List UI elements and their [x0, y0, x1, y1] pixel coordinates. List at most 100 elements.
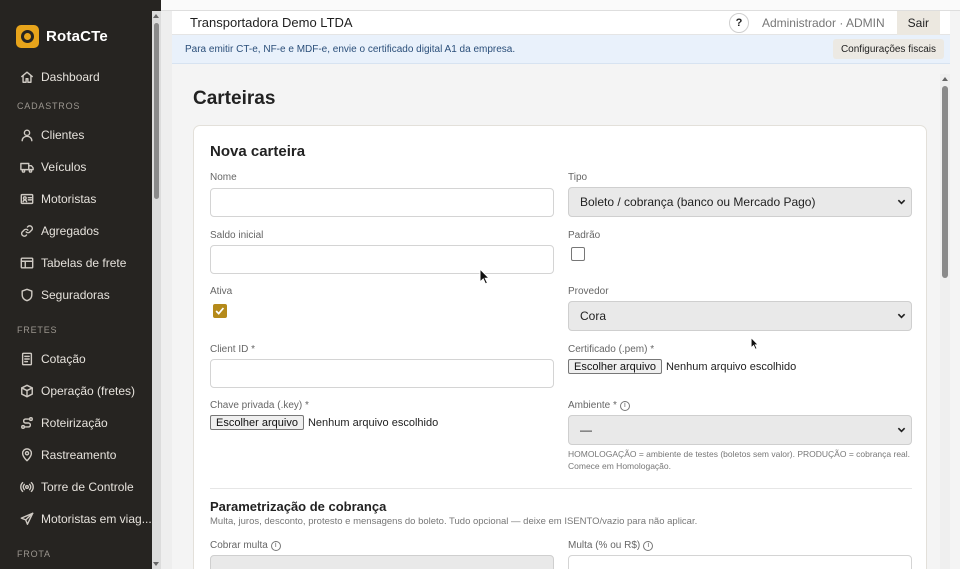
sidebar-item-label: Motoristas — [41, 192, 97, 206]
scroll-up-icon[interactable] — [153, 14, 159, 18]
info-icon[interactable]: i — [643, 540, 654, 551]
certificado-label: Certificado (.pem) * — [568, 344, 655, 355]
help-button[interactable]: ? — [728, 12, 749, 33]
sidebar-section-fretes: FRETES — [17, 325, 58, 335]
chave-privada-file-input[interactable]: Escolher arquivo Nenhum arquivo escolhid… — [210, 415, 438, 430]
cobrar-multa-label-row: Cobrar multa i — [210, 540, 281, 551]
brand-name: RotaCTe — [46, 27, 108, 45]
main-scrollbar[interactable] — [940, 74, 950, 569]
new-wallet-form: Nova carteira Nome Tipo Boleto / cobranç… — [193, 125, 927, 569]
info-icon[interactable]: i — [619, 400, 630, 411]
topbar: Transportadora Demo LTDA ? Administrador… — [172, 11, 950, 35]
company-name: Transportadora Demo LTDA — [190, 15, 353, 30]
sidebar-item-operacao-fretes[interactable]: Operação (fretes) — [0, 375, 161, 407]
sidebar-section-cadastros: CADASTROS — [17, 101, 81, 111]
link-icon — [21, 225, 33, 237]
sidebar: RotaCTe Dashboard CADASTROS Clientes Veí… — [0, 0, 161, 569]
ambiente-select-value: — — [580, 423, 592, 437]
ambiente-select[interactable]: — — [568, 415, 912, 445]
shield-icon — [21, 288, 33, 302]
ambiente-label: Ambiente * — [568, 400, 617, 411]
document-icon — [21, 352, 33, 366]
sidebar-item-dashboard[interactable]: Dashboard — [0, 61, 161, 93]
client-id-field-group: Client ID * — [210, 344, 255, 355]
certificado-choose-file-button[interactable]: Escolher arquivo — [568, 359, 662, 374]
table-icon — [20, 257, 34, 269]
chave-choose-file-button[interactable]: Escolher arquivo — [210, 415, 304, 430]
logout-button[interactable]: Sair — [896, 11, 940, 35]
sidebar-item-label: Motoristas em viag... — [41, 512, 152, 526]
saldo-label: Saldo inicial — [210, 230, 264, 241]
provedor-field-group: Provedor — [568, 286, 609, 297]
map-pin-icon — [21, 448, 33, 462]
notice-text: Para emitir CT-e, NF-e e MDF-e, envie o … — [185, 43, 516, 55]
certificado-field-group: Certificado (.pem) * — [568, 344, 654, 355]
certificado-file-status: Nenhum arquivo escolhido — [665, 360, 797, 373]
sidebar-scrollbar[interactable] — [152, 11, 161, 569]
chevron-down-icon — [897, 427, 906, 433]
ativa-label: Ativa — [210, 286, 233, 297]
sidebar-item-roteirizacao[interactable]: Roteirização — [0, 407, 161, 439]
user-label: Administrador · ADMIN — [761, 15, 885, 30]
multa-input[interactable] — [568, 555, 912, 569]
cobrar-multa-select[interactable] — [210, 555, 554, 569]
home-icon — [21, 71, 33, 83]
saldo-inicial-input[interactable] — [210, 245, 554, 274]
tipo-select[interactable]: Boleto / cobrança (banco ou Mercado Pago… — [568, 187, 912, 217]
scroll-up-icon[interactable] — [941, 77, 948, 81]
sidebar-item-motoristas-em-viagem[interactable]: Motoristas em viag... — [0, 503, 161, 535]
sidebar-item-label: Clientes — [41, 128, 85, 142]
window-right-edge — [950, 11, 960, 569]
sidebar-item-label: Tabelas de frete — [41, 256, 127, 270]
client-id-input[interactable] — [210, 359, 554, 388]
scroll-down-icon[interactable] — [153, 562, 159, 566]
sidebar-item-cotacao[interactable]: Cotação — [0, 343, 161, 375]
tipo-label: Tipo — [568, 172, 588, 183]
sidebar-item-rastreamento[interactable]: Rastreamento — [0, 439, 161, 471]
truck-icon — [20, 162, 34, 173]
sidebar-item-motoristas[interactable]: Motoristas — [0, 183, 161, 215]
box-icon — [21, 384, 33, 398]
brand[interactable]: RotaCTe — [0, 11, 161, 61]
sidebar-item-tabelas-de-frete[interactable]: Tabelas de frete — [0, 247, 161, 279]
sidebar-item-clientes[interactable]: Clientes — [0, 119, 161, 151]
sidebar-item-label: Operação (fretes) — [41, 384, 136, 398]
chevron-down-icon — [897, 313, 906, 319]
sidebar-item-veiculos[interactable]: Veículos — [0, 151, 161, 183]
form-title: Nova carteira — [210, 143, 306, 160]
ambiente-field-group: Ambiente * i — [568, 400, 630, 411]
chave-file-status: Nenhum arquivo escolhido — [307, 416, 439, 429]
user-icon — [21, 129, 33, 142]
route-icon — [21, 417, 33, 429]
cobrar-multa-label: Cobrar multa — [210, 540, 268, 551]
certificado-file-input[interactable]: Escolher arquivo Nenhum arquivo escolhid… — [568, 359, 796, 374]
tipo-field-group: Tipo — [568, 172, 587, 183]
sidebar-item-label: Dashboard — [41, 70, 100, 84]
id-card-icon — [20, 193, 34, 205]
main-scrollbar-thumb[interactable] — [942, 86, 948, 278]
provedor-select[interactable]: Cora — [568, 301, 912, 331]
ativa-field-group: Ativa — [210, 286, 232, 297]
sidebar-section-frota: FROTA — [17, 549, 51, 559]
ambiente-label-row: Ambiente * i — [568, 400, 630, 411]
param-section-title: Parametrização de cobrança — [210, 499, 387, 514]
topbar-actions: ? Administrador · ADMIN Sair — [728, 11, 950, 35]
multa-field-group: Multa (% ou R$) i — [568, 540, 654, 551]
sidebar-item-seguradoras[interactable]: Seguradoras — [0, 279, 161, 311]
nome-input[interactable] — [210, 188, 554, 217]
padrao-checkbox[interactable] — [571, 247, 585, 261]
fiscal-settings-button[interactable]: Configurações fiscais — [832, 39, 944, 59]
mouse-cursor-icon — [479, 268, 491, 285]
provedor-label: Provedor — [568, 286, 609, 297]
chevron-down-icon — [897, 199, 906, 205]
info-icon[interactable]: i — [270, 540, 281, 551]
sidebar-item-label: Cotação — [41, 352, 86, 366]
multa-label-row: Multa (% ou R$) i — [568, 540, 654, 551]
check-icon — [215, 307, 225, 315]
send-icon — [20, 512, 34, 525]
sidebar-scrollbar-thumb[interactable] — [154, 23, 159, 199]
ambiente-hint: HOMOLOGAÇÃO = ambiente de testes (boleto… — [568, 449, 911, 471]
sidebar-item-agregados[interactable]: Agregados — [0, 215, 161, 247]
sidebar-item-torre-de-controle[interactable]: Torre de Controle — [0, 471, 161, 503]
ativa-checkbox[interactable] — [213, 304, 227, 318]
